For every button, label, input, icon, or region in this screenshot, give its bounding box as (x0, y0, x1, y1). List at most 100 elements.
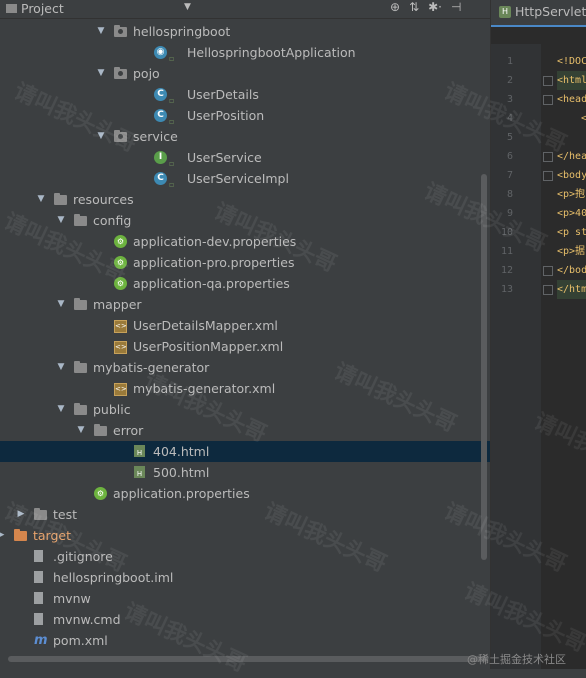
editor: H HttpServletR 12345678910111213 <!DOC<h… (490, 0, 586, 669)
line-number: 13 (500, 284, 513, 295)
gear-icon[interactable]: ✱· (428, 0, 442, 14)
fold-marker-icon[interactable] (543, 95, 553, 105)
fold-marker-icon[interactable] (543, 152, 553, 162)
line-number: 4 (506, 113, 513, 124)
spring-properties-icon: ⚙ (94, 487, 107, 500)
code-line: </htm (557, 280, 586, 299)
editor-tab-label: HttpServletR (515, 4, 586, 19)
code-line: <html (557, 71, 586, 90)
tree-row[interactable]: ⚙ application-pro.properties (0, 252, 490, 273)
tree-row[interactable]: mvnw.cmd (0, 609, 490, 630)
tree-row[interactable]: mvnw (0, 588, 490, 609)
tree-row[interactable]: ▼ resources (0, 189, 490, 210)
folder-icon (74, 298, 87, 310)
line-number: 3 (506, 94, 513, 105)
tree-row[interactable]: ▼ service (0, 126, 490, 147)
expand-arrow-icon[interactable]: ▼ (56, 399, 66, 420)
tree-row[interactable]: C ▫ UserDetails (0, 84, 490, 105)
tree-row[interactable]: <> UserDetailsMapper.xml (0, 315, 490, 336)
footer-credit: @稀土掘金技术社区 (467, 653, 566, 666)
scrollbar-thumb[interactable] (8, 656, 488, 662)
tree-row[interactable]: ▼ pojo (0, 63, 490, 84)
expand-arrow-icon[interactable]: ▼ (56, 294, 66, 315)
tree-item-label: mvnw (53, 591, 91, 606)
vertical-scrollbar[interactable] (481, 174, 487, 560)
tree-row[interactable]: ▶ target (0, 525, 490, 546)
tree-row[interactable]: C ▫ UserServiceImpl (0, 168, 490, 189)
expand-arrow-icon[interactable]: ▼ (56, 210, 66, 231)
tree-row[interactable]: m pom.xml (0, 630, 490, 651)
expand-arrow-icon[interactable]: ▼ (36, 189, 46, 210)
tree-row[interactable]: <> mybatis-generator.xml (0, 378, 490, 399)
code-line: <p>40 (557, 208, 586, 219)
fold-marker-icon[interactable] (543, 76, 553, 86)
tree-item-label: hellospringboot.iml (53, 570, 174, 585)
editor-tab[interactable]: H HttpServletR (499, 4, 586, 19)
tree-row[interactable]: ▼ mybatis-generator (0, 357, 490, 378)
expand-arrow-icon[interactable]: ▼ (96, 126, 106, 147)
tree-row[interactable]: hellospringboot.iml (0, 567, 490, 588)
tree-row[interactable]: ▶ test (0, 504, 490, 525)
fold-marker-icon[interactable] (543, 171, 553, 181)
tree-item-label: config (93, 213, 132, 228)
collapse-icon[interactable]: ⇅ (409, 0, 419, 14)
chevron-down-icon[interactable]: ▼ (184, 2, 191, 12)
tree-item-label: 500.html (153, 465, 210, 480)
html-file-icon: H (499, 5, 511, 18)
expand-arrow-icon[interactable]: ▼ (56, 357, 66, 378)
tree-item-label: service (133, 129, 178, 144)
horizontal-scrollbar[interactable] (0, 652, 490, 669)
fold-marker-icon[interactable] (543, 285, 553, 295)
project-folder-icon (6, 4, 17, 13)
folder-icon (54, 193, 67, 205)
code-line: </hea (557, 151, 586, 162)
html-file-icon: H (134, 445, 145, 457)
tree-item-label: application.properties (113, 486, 250, 501)
code-line: <body (557, 170, 586, 181)
tree-row[interactable]: ▼ public (0, 399, 490, 420)
tree-row[interactable]: ⚙ application-dev.properties (0, 231, 490, 252)
spring-properties-icon: ⚙ (114, 235, 127, 248)
project-view-selector[interactable]: Project (6, 1, 64, 16)
tree-row[interactable]: .gitignore (0, 546, 490, 567)
line-number: 5 (506, 132, 513, 143)
globe-icon[interactable]: ⊕ (390, 0, 400, 14)
fold-marker-icon[interactable] (543, 266, 553, 276)
line-number: 9 (506, 208, 513, 219)
tree-item-label: UserDetails (187, 87, 259, 102)
module-file-icon (34, 571, 43, 583)
tree-item-label: hellospringboot (133, 24, 231, 39)
class-icon: C (154, 88, 167, 101)
collapse-arrow-icon[interactable]: ▶ (16, 504, 26, 525)
tree-item-label: error (113, 423, 144, 438)
tree-row[interactable]: C ▫ UserPosition (0, 105, 490, 126)
tree-item-label: public (93, 402, 131, 417)
tree-row[interactable]: ⚙ application.properties (0, 483, 490, 504)
line-number: 1 (506, 56, 513, 67)
hide-icon[interactable]: ⊣ (451, 0, 461, 14)
expand-arrow-icon[interactable]: ▼ (76, 420, 86, 441)
tree-row[interactable]: ▼ error (0, 420, 490, 441)
folder-icon (94, 424, 107, 436)
tree-item-label: mapper (93, 297, 142, 312)
tree-item-label: 404.html (153, 444, 210, 459)
xml-file-icon: <> (114, 341, 127, 354)
collapse-arrow-icon[interactable]: ▶ (0, 525, 6, 546)
tree-item-label: UserPosition (187, 108, 265, 123)
tree-row[interactable]: ◉ ▫ HellospringbootApplication (0, 42, 490, 63)
tree-row[interactable]: ▼ mapper (0, 294, 490, 315)
code-line: <!DOC (557, 56, 586, 67)
tree-row[interactable]: ▼ config (0, 210, 490, 231)
expand-arrow-icon[interactable]: ▼ (96, 63, 106, 84)
tree-row[interactable]: H 500.html (0, 462, 490, 483)
folder-icon (74, 361, 87, 373)
tree-row[interactable]: ⚙ application-qa.properties (0, 273, 490, 294)
xml-file-icon: <> (114, 383, 127, 396)
tree-row[interactable]: I ▫ UserService (0, 147, 490, 168)
line-gutter: 1 2 3 4 5 6 7 8 9 10 11 12 13 (491, 44, 541, 669)
tree-row[interactable]: ▼ hellospringboot (0, 21, 490, 42)
tree-row[interactable]: H 404.html (0, 441, 490, 462)
tree-row[interactable]: <> UserPositionMapper.xml (0, 336, 490, 357)
expand-arrow-icon[interactable]: ▼ (96, 21, 106, 42)
tree-item-label: UserDetailsMapper.xml (133, 318, 278, 333)
